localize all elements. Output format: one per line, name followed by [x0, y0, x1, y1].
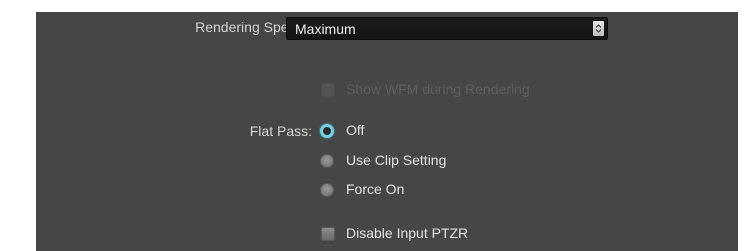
flat-pass-use-clip-radio[interactable] — [320, 154, 334, 168]
flat-pass-force-on-label: Force On — [346, 181, 405, 197]
rendering-speed-value: Maximum — [295, 21, 356, 37]
flat-pass-off-radio[interactable] — [320, 124, 334, 138]
show-wfm-checkbox[interactable] — [321, 83, 335, 97]
rendering-speed-dropdown[interactable]: Maximum — [286, 17, 608, 40]
rendering-speed-label: Rendering Speed: — [195, 19, 308, 35]
dropdown-arrow-icon[interactable] — [593, 21, 604, 36]
flat-pass-force-on-radio[interactable] — [320, 183, 334, 197]
flat-pass-use-clip-label: Use Clip Setting — [346, 152, 447, 168]
flat-pass-label: Flat Pass: — [249, 123, 312, 139]
disable-input-ptzr-label: Disable Input PTZR — [346, 225, 469, 241]
show-wfm-label: Show WFM during Rendering — [346, 81, 530, 97]
disable-input-ptzr-checkbox[interactable] — [321, 227, 335, 241]
flat-pass-off-label: Off — [346, 122, 365, 138]
